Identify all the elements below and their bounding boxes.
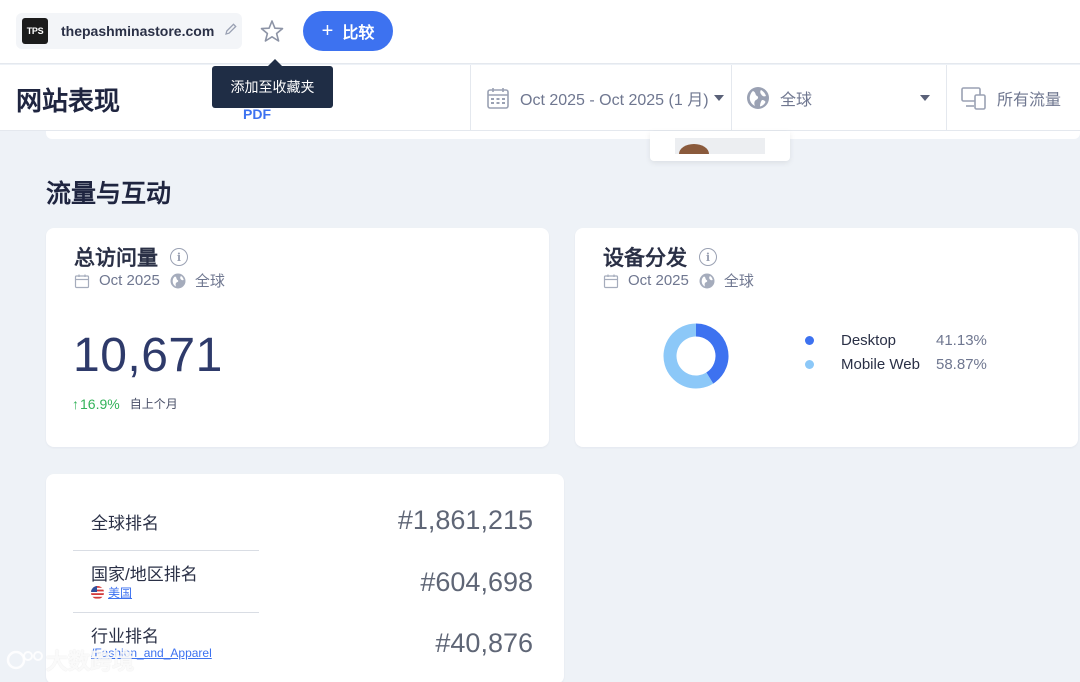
device-date: Oct 2025 <box>628 272 689 289</box>
date-range-label: Oct 2025 - Oct 2025 (1 月) <box>520 92 709 109</box>
divider <box>73 550 259 551</box>
change-period: 自上个月 <box>129 397 178 411</box>
device-distribution-title: 设备分发 <box>603 247 687 270</box>
content-strip <box>46 131 1080 139</box>
visits-geo: 全球 <box>194 273 225 290</box>
geo-filter[interactable]: 全球 <box>731 65 946 131</box>
page-title: 网站表现 <box>16 86 121 116</box>
device-donut-chart <box>663 323 729 389</box>
calendar-icon <box>603 274 619 288</box>
site-preview-popover <box>650 131 790 161</box>
site-name: thepashminastore.com <box>61 23 215 39</box>
arrow-up-icon: ↑ <box>72 395 79 412</box>
page-header: 网站表现 PDF Oct 2025 - Oct 2025 (1 月) 全球 所有… <box>0 65 1080 131</box>
country-rank-label: 国家/地区排名 <box>91 565 198 584</box>
country-rank-row: 国家/地区排名 美国 #604,698 <box>73 560 533 604</box>
card-subtitle: Oct 2025 全球 <box>74 270 225 291</box>
watermark-logo-icon <box>6 650 43 670</box>
country-rank-value: #604,698 <box>420 567 533 597</box>
section-title: 流量与互动 <box>46 180 172 208</box>
total-visits-value: 10,671 <box>73 329 223 382</box>
donut-slice-desktop <box>695 323 729 384</box>
legend-value: 58.87% <box>936 355 987 373</box>
traffic-filter[interactable]: 所有流量 <box>946 65 1080 131</box>
favorites-tooltip: 添加至收藏夹 <box>212 59 333 108</box>
change-percent: 16.9% <box>80 395 120 412</box>
globe-icon <box>747 87 769 109</box>
date-range-filter[interactable]: Oct 2025 - Oct 2025 (1 月) <box>470 65 731 131</box>
site-favicon: TPS <box>22 18 48 44</box>
calendar-icon <box>487 88 509 109</box>
geo-label: 全球 <box>780 92 813 109</box>
legend-name: Mobile Web <box>841 355 920 373</box>
global-rank-label: 全球排名 <box>91 514 159 533</box>
global-rank-value: #1,861,215 <box>397 505 533 535</box>
legend-dot-mobile <box>805 359 814 369</box>
legend-name: Desktop <box>841 331 897 349</box>
divider <box>73 612 259 613</box>
us-flag-icon <box>91 586 104 599</box>
industry-rank-row: 行业排名 /Fashion_and_Apparel #40,876 <box>73 622 533 666</box>
watermark-text: 大数跨境 <box>46 649 135 674</box>
info-icon[interactable]: i <box>699 248 717 266</box>
site-selector[interactable]: TPS thepashminastore.com <box>16 13 242 49</box>
traffic-label: 所有流量 <box>997 92 1062 109</box>
watermark: 大数跨境 <box>6 644 134 676</box>
card-title: 总访问量 i <box>74 242 188 272</box>
info-icon[interactable]: i <box>170 248 188 266</box>
device-distribution-card: 设备分发 i Oct 2025 全球 Desktop 41.13% Mobile… <box>575 228 1078 447</box>
legend-dot-desktop <box>805 335 814 345</box>
chevron-down-icon <box>713 95 724 101</box>
plus-icon: + <box>321 20 334 42</box>
device-legend: Desktop 41.13% Mobile Web 58.87% <box>805 328 987 376</box>
pencil-icon[interactable] <box>224 22 238 41</box>
legend-item: Desktop 41.13% <box>805 328 987 352</box>
industry-rank-value: #40,876 <box>435 628 533 658</box>
devices-icon <box>961 87 986 110</box>
global-rank-row: 全球排名 #1,861,215 <box>73 504 533 536</box>
calendar-icon <box>74 274 90 288</box>
country-link[interactable]: 美国 <box>91 584 132 601</box>
chevron-down-icon <box>920 95 930 101</box>
pdf-export-link[interactable]: PDF <box>243 106 271 122</box>
total-visits-title: 总访问量 <box>74 247 158 270</box>
card-title: 设备分发 i <box>603 242 717 272</box>
legend-value: 41.13% <box>936 331 987 349</box>
compare-button[interactable]: + 比较 <box>303 11 393 51</box>
country-name: 美国 <box>108 586 133 600</box>
site-preview-thumbnail <box>675 138 765 154</box>
visits-change: ↑ 16.9% 自上个月 <box>72 395 178 412</box>
globe-icon <box>170 273 186 288</box>
star-icon[interactable] <box>258 18 286 46</box>
device-geo: 全球 <box>723 273 754 290</box>
legend-item: Mobile Web 58.87% <box>805 352 987 376</box>
card-subtitle: Oct 2025 全球 <box>603 270 754 291</box>
globe-icon <box>699 273 715 288</box>
top-bar: TPS thepashminastore.com + 比较 <box>0 0 1080 64</box>
compare-label: 比较 <box>342 25 375 42</box>
visits-date: Oct 2025 <box>99 272 160 289</box>
total-visits-card: 总访问量 i Oct 2025 全球 10,671 ↑ 16.9% 自上个月 <box>46 228 549 447</box>
